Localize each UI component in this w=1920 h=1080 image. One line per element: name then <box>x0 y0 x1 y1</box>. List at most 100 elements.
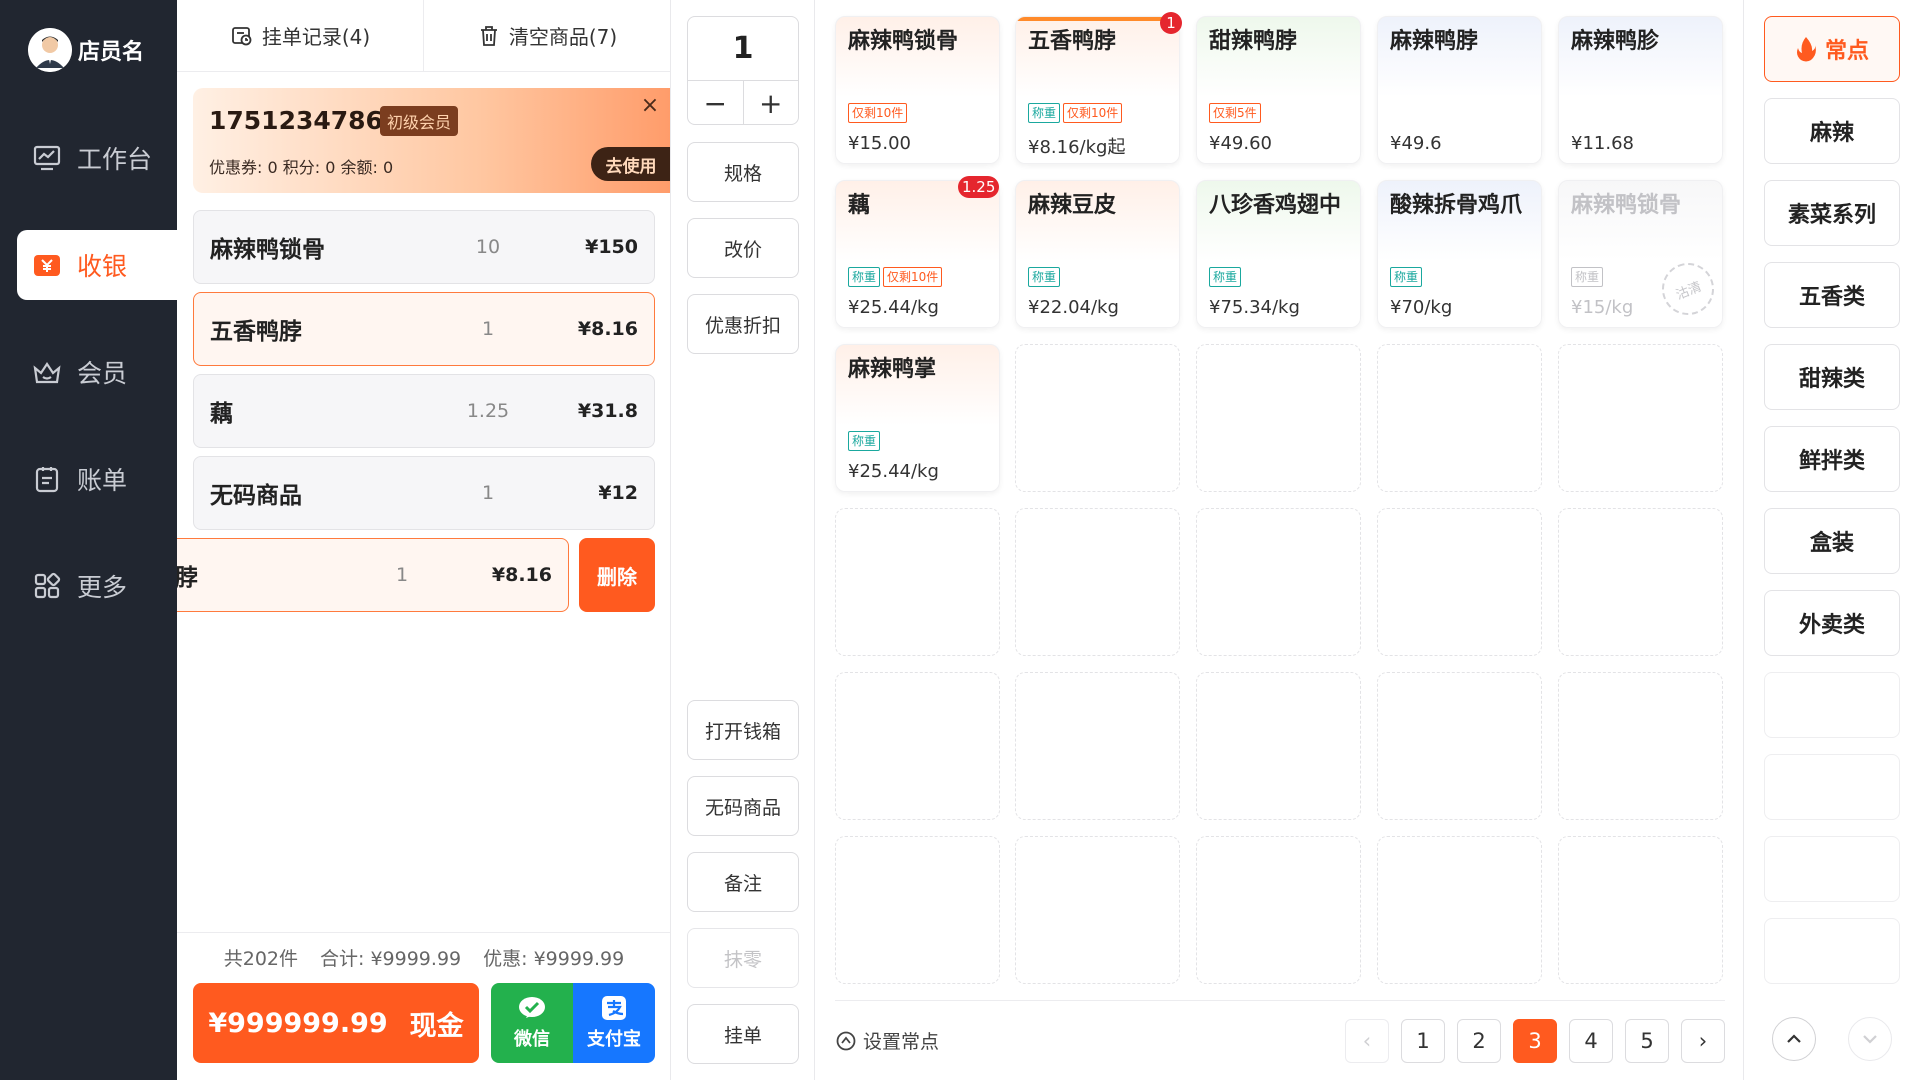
chevron-down-icon <box>1863 1035 1877 1044</box>
close-icon[interactable]: × <box>633 88 667 122</box>
hold-records-label: 挂单记录(4) <box>261 25 371 49</box>
round-off-button[interactable]: 抹零 <box>687 928 799 988</box>
cart-row-selected[interactable]: 五香鸭脖 1 ¥8.16 <box>193 292 655 366</box>
cart-row[interactable]: 无码商品 1 ¥12 <box>193 456 655 530</box>
product-slot-empty <box>835 508 1000 656</box>
product-card[interactable]: 藕称重 仅剩10件 ¥25.44/kg <box>835 180 1000 328</box>
product-name: 八珍香鸡翅中 <box>1209 193 1342 218</box>
page-button[interactable]: 1 <box>1401 1019 1445 1063</box>
product-slot-empty <box>1377 836 1542 984</box>
decrease-button[interactable]: − <box>688 81 743 125</box>
category-item[interactable]: 甜辣类 <box>1764 344 1900 410</box>
product-slot-empty <box>1558 344 1723 492</box>
discount-button[interactable]: 优惠折扣 <box>687 294 799 354</box>
wechat-icon <box>519 997 545 1018</box>
product-name: 麻辣鸭锁骨 <box>1571 193 1682 218</box>
left-navigation: 店员名 工作台 收银 会员 账单 更多 <box>0 0 177 1080</box>
product-slot-empty <box>1558 836 1723 984</box>
product-tags: 称重 <box>848 431 881 451</box>
product-card[interactable]: 八珍香鸡翅中 称重 ¥75.34/kg <box>1196 180 1361 328</box>
cart-row[interactable]: 藕 1.25 ¥31.8 <box>193 374 655 448</box>
product-card[interactable]: 麻辣鸭掌 称重 ¥25.44/kg <box>835 344 1000 492</box>
page-button-active[interactable]: 3 <box>1513 1019 1557 1063</box>
set-favorite-label: 设置常点 <box>863 1031 940 1053</box>
cart-item-price: ¥8.16 <box>577 318 638 340</box>
product-name: 麻辣鸭锁骨 <box>848 29 959 54</box>
nav-item-bill[interactable]: 账单 <box>17 444 177 514</box>
clear-items-button[interactable]: 清空商品(7) <box>423 0 670 71</box>
next-page-button[interactable]: › <box>1681 1019 1725 1063</box>
nav-item-cashier[interactable]: 收银 <box>17 230 177 300</box>
cart-item-name: 藕 <box>210 401 233 427</box>
cart-item-price: ¥150 <box>585 236 638 258</box>
nav-item-member[interactable]: 会员 <box>17 337 177 407</box>
product-card[interactable]: 酸辣拆骨鸡爪 称重 ¥70/kg <box>1377 180 1542 328</box>
product-name: 甜辣鸭脖 <box>1209 29 1298 54</box>
open-cash-drawer-button[interactable]: 打开钱箱 <box>687 700 799 760</box>
pagination: ‹ 1 2 3 4 5 › <box>1345 1019 1725 1063</box>
alipay-button[interactable]: 支付宝 <box>573 983 655 1063</box>
category-item[interactable]: 鲜拌类 <box>1764 426 1900 492</box>
cart-row-swiped[interactable]: 鸭脖 1 ¥8.16 <box>177 538 569 612</box>
cart-item-price: ¥31.8 <box>577 400 638 422</box>
nav-item-more[interactable]: 更多 <box>17 551 177 621</box>
wechat-pay-button[interactable]: 微信 <box>491 983 573 1063</box>
product-tags: 仅剩10件 <box>848 103 908 123</box>
note-button[interactable]: 备注 <box>687 852 799 912</box>
product-slot-empty <box>1015 836 1180 984</box>
product-card[interactable]: 麻辣鸭胗 ¥11.68 <box>1558 16 1723 164</box>
cash-pay-button[interactable]: ¥999999.99 现金 <box>193 983 479 1063</box>
cart-row[interactable]: 麻辣鸭锁骨 10 ¥150 <box>193 210 655 284</box>
no-code-item-button[interactable]: 无码商品 <box>687 776 799 836</box>
quantity-value[interactable]: 1 <box>688 17 798 81</box>
product-card[interactable]: 麻辣鸭锁骨 称重 ¥15/kg 沽清 <box>1558 180 1723 328</box>
cash-label: 现金 <box>409 1010 464 1042</box>
product-tag: 称重 <box>848 267 881 287</box>
product-tags: 称重 仅剩10件 <box>1028 103 1123 123</box>
category-column: 常点 麻辣 素菜系列 五香类 甜辣类 鲜拌类 盒装 外卖类 <box>1744 0 1920 1080</box>
alipay-label: 支付宝 <box>587 1029 641 1050</box>
hold-records-button[interactable]: 挂单记录(4) <box>177 0 423 71</box>
summary-total: 合计: ¥9999.99 <box>320 948 462 970</box>
page-button[interactable]: 4 <box>1569 1019 1613 1063</box>
staff-profile[interactable]: 店员名 <box>28 28 144 72</box>
page-button[interactable]: 5 <box>1625 1019 1669 1063</box>
product-tags: 称重 <box>1028 267 1061 287</box>
product-card[interactable]: 五香鸭脖 称重 仅剩10件 ¥8.16/kg起 <box>1015 16 1180 164</box>
change-price-button[interactable]: 改价 <box>687 218 799 278</box>
delete-item-button[interactable]: 删除 <box>579 538 655 612</box>
category-item[interactable]: 五香类 <box>1764 262 1900 328</box>
nav-item-workbench[interactable]: 工作台 <box>17 123 177 193</box>
product-slot-empty <box>1015 508 1180 656</box>
cart-item-qty: 1 <box>481 318 495 340</box>
page-button[interactable]: 2 <box>1457 1019 1501 1063</box>
set-favorite-button[interactable]: 设置常点 <box>835 1027 939 1054</box>
category-item[interactable]: 素菜系列 <box>1764 180 1900 246</box>
clear-items-label: 清空商品(7) <box>508 25 618 49</box>
product-price: ¥15/kg <box>1571 297 1634 318</box>
product-card[interactable]: 麻辣鸭脖 ¥49.6 <box>1377 16 1542 164</box>
category-scroll-up-button[interactable] <box>1772 1017 1816 1061</box>
quantity-stepper: 1 − + <box>687 16 799 125</box>
category-item[interactable]: 麻辣 <box>1764 98 1900 164</box>
use-coupon-button[interactable]: 去使用 <box>591 147 670 181</box>
category-scroll-down-button[interactable] <box>1848 1017 1892 1061</box>
product-card[interactable]: 麻辣豆皮 称重 ¥22.04/kg <box>1015 180 1180 328</box>
category-slot-empty <box>1764 754 1900 820</box>
hold-order-button[interactable]: 挂单 <box>687 1004 799 1064</box>
product-card[interactable]: 甜辣鸭脖 仅剩5件 ¥49.60 <box>1196 16 1361 164</box>
product-grid: 麻辣鸭锁骨 仅剩10件 ¥15.00 五香鸭脖 称重 仅剩10件 ¥8.16/kg起 1 甜辣鸭… <box>815 0 1744 1080</box>
grid-footer: 设置常点 ‹ 1 2 3 4 5 › <box>835 1000 1725 1080</box>
increase-button[interactable]: + <box>742 81 799 125</box>
cart-summary: 共202件 合计: ¥9999.99 优惠: ¥9999.99 <box>177 932 670 982</box>
product-card[interactable]: 麻辣鸭锁骨 仅剩10件 ¥15.00 <box>835 16 1000 164</box>
category-label: 常点 <box>1824 39 1869 64</box>
prev-page-button[interactable]: ‹ <box>1345 1019 1389 1063</box>
category-item[interactable]: 外卖类 <box>1764 590 1900 656</box>
category-frequent[interactable]: 常点 <box>1764 16 1900 82</box>
spec-button[interactable]: 规格 <box>687 142 799 202</box>
category-item[interactable]: 盒装 <box>1764 508 1900 574</box>
settings-icon <box>836 1031 856 1050</box>
product-tag: 称重 <box>1390 267 1423 287</box>
action-column: 1 − + 规格 改价 优惠折扣 打开钱箱 无码商品 备注 抹零 挂单 <box>671 0 815 1080</box>
